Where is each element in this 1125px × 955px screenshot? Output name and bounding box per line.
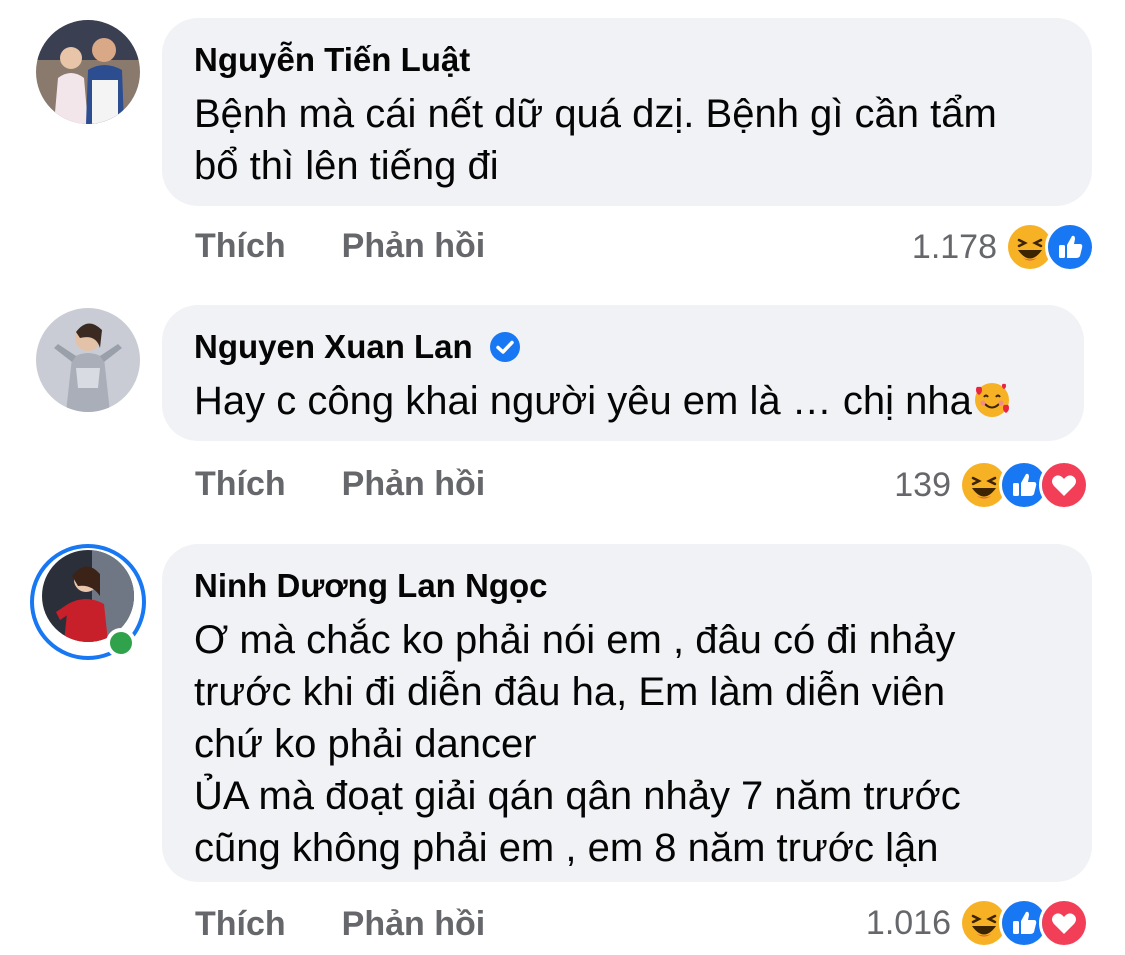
comment-text: Ơ mà chắc ko phải nói em , đâu có đi nhả…	[194, 614, 1060, 874]
comment-line-text: Hay c công khai người yêu em là … chị nh…	[194, 379, 972, 423]
reaction-summary[interactable]: 1.016	[866, 898, 1089, 948]
avatar[interactable]	[36, 308, 140, 412]
smiling-face-with-hearts-icon	[974, 383, 1009, 417]
comment-line: Bệnh mà cái nết dữ quá dzị. Bệnh gì cần …	[194, 92, 997, 136]
reaction-summary[interactable]: 1.178	[912, 222, 1095, 272]
comment-line: cũng không phải em , em 8 năm trước lận	[194, 826, 939, 870]
reaction-icons[interactable]	[959, 898, 1089, 948]
like-icon	[1045, 222, 1095, 272]
comment-actions: Thích Phản hồi	[195, 904, 485, 944]
author-name-text[interactable]: Nguyễn Tiến Luật	[194, 40, 470, 80]
author-name-text[interactable]: Ninh Dương Lan Ngọc	[194, 566, 548, 606]
reaction-icons[interactable]	[959, 460, 1089, 510]
like-button[interactable]: Thích	[195, 226, 286, 266]
author-name[interactable]: Nguyen Xuan Lan	[194, 327, 1052, 367]
comment-line: chứ ko phải dancer	[194, 722, 537, 766]
reaction-icons[interactable]	[1005, 222, 1095, 272]
comment-line: trước khi đi diễn đâu ha, Em làm diễn vi…	[194, 670, 946, 714]
reaction-count[interactable]: 139	[894, 463, 951, 507]
avatar-photo	[36, 20, 140, 124]
comment-bubble: Nguyễn Tiến Luật Bệnh mà cái nết dữ quá …	[162, 18, 1092, 206]
love-icon	[1039, 460, 1089, 510]
comment-text: Bệnh mà cái nết dữ quá dzị. Bệnh gì cần …	[194, 88, 1060, 192]
reaction-summary[interactable]: 139	[894, 460, 1089, 510]
comment-line: Hay c công khai người yêu em là … chị nh…	[194, 375, 1052, 427]
comment-bubble: Ninh Dương Lan Ngọc Ơ mà chắc ko phải nó…	[162, 544, 1092, 882]
avatar[interactable]	[36, 20, 140, 124]
like-button[interactable]: Thích	[195, 464, 286, 504]
comment-actions: Thích Phản hồi	[195, 226, 485, 266]
comment-line: ỦA mà đoạt giải qán qân nhảy 7 năm trước	[194, 774, 961, 818]
comment-actions: Thích Phản hồi	[195, 464, 485, 504]
comment-line: bổ thì lên tiếng đi	[194, 144, 499, 188]
love-icon	[1039, 898, 1089, 948]
verified-badge-icon	[489, 332, 520, 362]
reply-button[interactable]: Phản hồi	[342, 226, 486, 266]
author-name[interactable]: Ninh Dương Lan Ngọc	[194, 566, 1060, 606]
like-button[interactable]: Thích	[195, 904, 286, 944]
author-name[interactable]: Nguyễn Tiến Luật	[194, 40, 1060, 80]
reply-button[interactable]: Phản hồi	[342, 904, 486, 944]
comment-bubble: Nguyen Xuan Lan Hay c công khai người yê…	[162, 305, 1084, 441]
avatar-photo	[36, 308, 140, 412]
author-name-text[interactable]: Nguyen Xuan Lan	[194, 327, 473, 367]
comment-line: Ơ mà chắc ko phải nói em , đâu có đi nhả…	[194, 618, 956, 662]
reply-button[interactable]: Phản hồi	[342, 464, 486, 504]
comment-text: Hay c công khai người yêu em là … chị nh…	[194, 375, 1052, 427]
reaction-count[interactable]: 1.016	[866, 901, 951, 945]
reaction-count[interactable]: 1.178	[912, 225, 997, 269]
online-status-icon	[106, 628, 136, 658]
